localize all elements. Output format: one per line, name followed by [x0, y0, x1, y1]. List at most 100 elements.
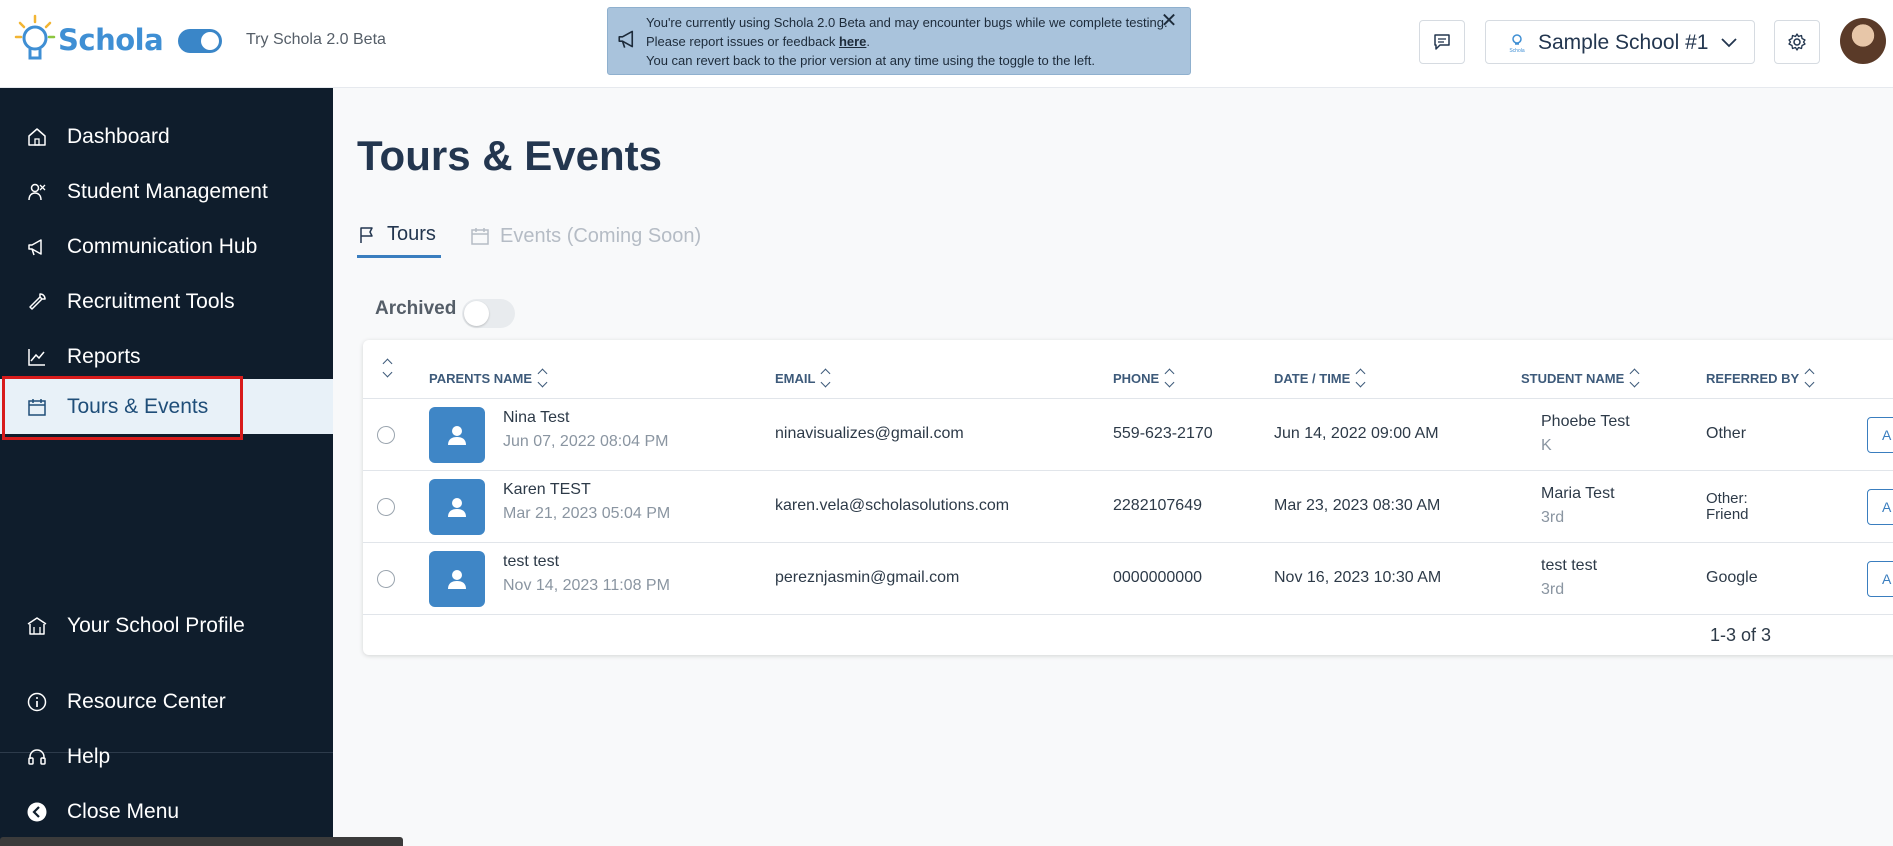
- sidebar-item-help[interactable]: Help: [0, 729, 333, 784]
- sort-icon: [820, 368, 832, 388]
- settings-button[interactable]: [1774, 20, 1820, 64]
- flag-icon: [360, 226, 373, 243]
- calendar-icon: [471, 228, 489, 245]
- student-name: Phoebe Test: [1541, 413, 1630, 430]
- parent-avatar: [429, 407, 485, 463]
- column-header-phone[interactable]: PHONE: [1113, 368, 1176, 388]
- tab-tours[interactable]: Tours: [357, 214, 441, 258]
- column-header-label: EMAIL: [775, 370, 816, 386]
- tab-events[interactable]: Events (Coming Soon): [470, 214, 701, 258]
- archived-toggle[interactable]: [462, 299, 515, 328]
- tour-datetime: Mar 23, 2023 08:30 AM: [1274, 497, 1441, 514]
- table-row[interactable]: test test Nov 14, 2023 11:08 PM pereznja…: [363, 542, 1893, 614]
- row-radio[interactable]: [377, 570, 395, 588]
- chat-button[interactable]: [1419, 20, 1465, 64]
- banner-line-1: You're currently using Schola 2.0 Beta a…: [646, 15, 1168, 30]
- user-avatar[interactable]: [1840, 18, 1886, 64]
- sidebar-item-communication-hub[interactable]: Communication Hub: [0, 219, 333, 274]
- sidebar-item-resource-center[interactable]: Resource Center: [0, 674, 333, 729]
- sidebar-item-label: Reports: [67, 344, 141, 368]
- home-icon: [28, 127, 46, 146]
- top-bar: Schola Try Schola 2.0 Beta You're curren…: [0, 0, 1893, 88]
- beta-toggle[interactable]: [178, 29, 222, 53]
- beta-label: Try Schola 2.0 Beta: [246, 31, 386, 48]
- student-name: Maria Test: [1541, 485, 1615, 502]
- schola-logo[interactable]: Schola: [14, 12, 164, 68]
- user-icon: [448, 426, 466, 445]
- sidebar: Dashboard Student Management Communicati…: [0, 88, 333, 846]
- table-row[interactable]: Karen TEST Mar 21, 2023 05:04 PM karen.v…: [363, 470, 1893, 542]
- sidebar-item-label: Resource Center: [67, 689, 226, 713]
- column-header-email[interactable]: EMAIL: [775, 368, 832, 388]
- column-header-date-time[interactable]: DATE / TIME: [1274, 368, 1367, 388]
- headset-icon: [28, 748, 46, 765]
- sidebar-item-close-menu[interactable]: Close Menu: [0, 784, 333, 839]
- gear-icon: [1788, 33, 1806, 51]
- select-all-sort[interactable]: [377, 358, 394, 378]
- column-header-referred-by[interactable]: REFERRED BY: [1706, 368, 1816, 388]
- page-title: Tours & Events: [357, 132, 662, 179]
- table-footer-divider: [363, 614, 1893, 615]
- arrow-left-circle-icon: [27, 802, 47, 821]
- archived-label: Archived: [375, 298, 457, 319]
- column-header-student-name[interactable]: STUDENT NAME: [1521, 368, 1641, 388]
- sidebar-item-tours-events[interactable]: Tours & Events: [0, 379, 333, 434]
- phone: 2282107649: [1113, 497, 1202, 514]
- referred-by: Other: [1706, 425, 1747, 442]
- referred-by: Other: Friend: [1706, 490, 1749, 523]
- banner-line-2-prefix: Please report issues or feedback: [646, 34, 839, 49]
- email: pereznjasmin@gmail.com: [775, 569, 960, 586]
- feedback-link[interactable]: here: [839, 34, 866, 49]
- parent-name: test test: [503, 553, 560, 570]
- sidebar-item-label: Dashboard: [67, 124, 170, 148]
- banner-line-2: Please report issues or feedback here.: [646, 32, 1168, 51]
- created-date: Jun 07, 2022 08:04 PM: [503, 433, 669, 450]
- status-bar: [0, 837, 403, 846]
- pagination-label: 1-3 of 3: [1709, 625, 1771, 645]
- column-header-label: STUDENT NAME: [1521, 370, 1625, 386]
- referred-by: Google: [1706, 569, 1758, 586]
- row-action-button[interactable]: A: [1867, 489, 1893, 525]
- sidebar-item-label: Communication Hub: [67, 234, 258, 258]
- sidebar-item-reports[interactable]: Reports: [0, 329, 333, 384]
- wrench-icon: [29, 292, 46, 310]
- school-logo-text: Schola: [1509, 48, 1525, 54]
- logo-text: Schola: [58, 23, 164, 57]
- close-icon[interactable]: ✕: [1160, 11, 1178, 31]
- lightbulb-logo-icon: [14, 14, 56, 60]
- school-selector[interactable]: Schola Sample School #1: [1485, 20, 1755, 64]
- user-icon: [448, 570, 466, 589]
- email: ninavisualizes@gmail.com: [775, 425, 964, 442]
- row-radio[interactable]: [377, 498, 395, 516]
- row-action-button[interactable]: A: [1867, 561, 1893, 597]
- beta-banner: You're currently using Schola 2.0 Beta a…: [607, 7, 1191, 75]
- banner-message: You're currently using Schola 2.0 Beta a…: [646, 13, 1168, 70]
- sidebar-item-dashboard[interactable]: Dashboard: [0, 109, 333, 164]
- tab-label: Events (Coming Soon): [500, 224, 702, 247]
- phone: 0000000000: [1113, 569, 1202, 586]
- column-header-parents-name[interactable]: PARENTS NAME: [429, 368, 549, 388]
- row-radio[interactable]: [377, 426, 395, 444]
- table-row[interactable]: Nina Test Jun 07, 2022 08:04 PM ninavisu…: [363, 398, 1893, 470]
- phone: 559-623-2170: [1113, 425, 1213, 442]
- parent-avatar: [429, 551, 485, 607]
- chevron-down-icon: [1721, 38, 1737, 48]
- parent-avatar: [429, 479, 485, 535]
- sidebar-item-student-management[interactable]: Student Management: [0, 164, 333, 219]
- row-action-button[interactable]: A: [1867, 417, 1893, 453]
- sidebar-item-recruitment-tools[interactable]: Recruitment Tools: [0, 274, 333, 329]
- info-icon: [27, 692, 47, 711]
- student-grade: 3rd: [1541, 509, 1565, 526]
- column-header-label: PARENTS NAME: [429, 370, 533, 386]
- sort-icon: [1164, 368, 1176, 388]
- sort-icon: [382, 358, 394, 378]
- sidebar-item-label: Student Management: [67, 179, 268, 203]
- sidebar-item-label: Recruitment Tools: [67, 289, 235, 313]
- tour-datetime: Jun 14, 2022 09:00 AM: [1274, 425, 1439, 442]
- school-icon: [27, 616, 47, 635]
- sidebar-item-school-profile[interactable]: Your School Profile: [0, 598, 333, 653]
- created-date: Mar 21, 2023 05:04 PM: [503, 505, 671, 522]
- megaphone-icon: [618, 30, 634, 48]
- sort-icon: [1629, 368, 1641, 388]
- parent-name: Karen TEST: [503, 481, 591, 498]
